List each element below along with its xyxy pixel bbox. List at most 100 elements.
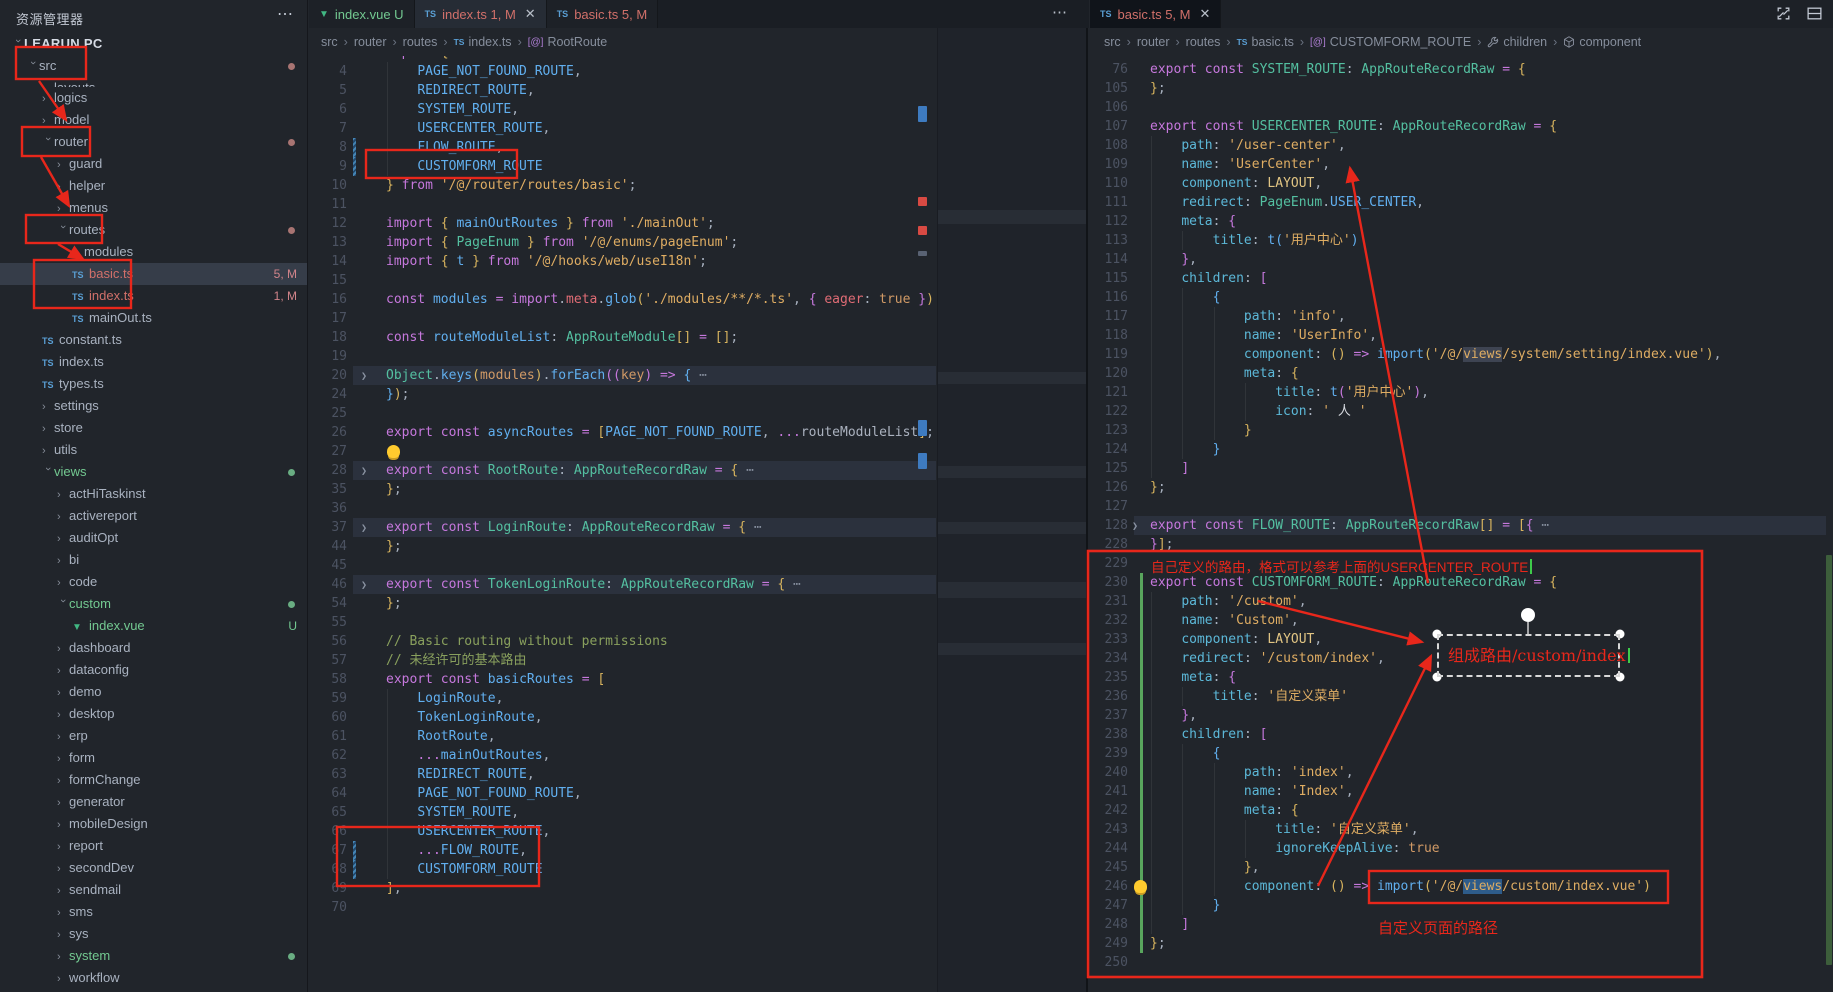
code-line-45[interactable]: 45: [309, 556, 936, 575]
code-line-5[interactable]: 5 REDIRECT_ROUTE,: [309, 81, 936, 100]
code-line-6[interactable]: 6 SYSTEM_ROUTE,: [309, 100, 936, 119]
sidebar-item-mobiledesign[interactable]: ›mobileDesign: [0, 813, 307, 835]
sidebar-item-index-ts[interactable]: TSindex.ts1, M: [0, 285, 307, 307]
code-line-240[interactable]: 240 path: 'index',: [1090, 763, 1826, 782]
code-line-127[interactable]: 127: [1090, 497, 1826, 516]
sidebar-item-demo[interactable]: ›demo: [0, 681, 307, 703]
sidebar-item-system[interactable]: ›system: [0, 945, 307, 967]
tab-index-ts[interactable]: TSindex.ts 1, M✕: [415, 0, 547, 28]
code-line-231[interactable]: 231 path: '/custom',: [1090, 592, 1826, 611]
code-line-59[interactable]: 59 LoginRoute,: [309, 689, 936, 708]
code-line-62[interactable]: 62 ...mainOutRoutes,: [309, 746, 936, 765]
code-line-63[interactable]: 63 REDIRECT_ROUTE,: [309, 765, 936, 784]
breadcrumb-item-routes[interactable]: routes: [403, 35, 438, 49]
code-line-121[interactable]: 121 title: t('用户中心'),: [1090, 383, 1826, 402]
sidebar-item-activereport[interactable]: ›activereport: [0, 505, 307, 527]
tab-index-vue[interactable]: ▼index.vue U: [309, 0, 415, 28]
sidebar-item-sms[interactable]: ›sms: [0, 901, 307, 923]
code-line-58[interactable]: 58export const basicRoutes = [: [309, 670, 936, 689]
sidebar-item-layouts[interactable]: ›layouts: [0, 77, 307, 87]
code-line-27[interactable]: 27: [309, 442, 936, 461]
sidebar-item-seconddev[interactable]: ›secondDev: [0, 857, 307, 879]
sidebar-item-model[interactable]: ›model: [0, 109, 307, 131]
breadcrumb-item-component[interactable]: component: [1563, 35, 1641, 49]
code-line-11[interactable]: 11: [309, 195, 936, 214]
code-line-54[interactable]: 54};: [309, 594, 936, 613]
sidebar-item-workflow[interactable]: ›workflow: [0, 967, 307, 989]
breadcrumb-item-router[interactable]: router: [354, 35, 387, 49]
code-line-109[interactable]: 109 name: 'UserCenter',: [1090, 155, 1826, 174]
breadcrumb-item-src[interactable]: src: [321, 35, 338, 49]
code-line-14[interactable]: 14import { t } from '/@/hooks/web/useI18…: [309, 252, 936, 271]
code-line-56[interactable]: 56// Basic routing without permissions: [309, 632, 936, 651]
code-line-55[interactable]: 55: [309, 613, 936, 632]
sidebar-item-routes[interactable]: ›routes: [0, 219, 307, 241]
breadcrumb-item-basic-ts[interactable]: TSbasic.ts: [1237, 35, 1294, 49]
code-line-61[interactable]: 61 RootRoute,: [309, 727, 936, 746]
breadcrumb-item-src[interactable]: src: [1104, 35, 1121, 49]
fold-chevron-icon[interactable]: ❯: [361, 462, 367, 481]
code-line-246[interactable]: 246 component: () => import('/@/views/cu…: [1090, 877, 1826, 896]
code-line-108[interactable]: 108 path: '/user-center',: [1090, 136, 1826, 155]
code-line-105[interactable]: 105};: [1090, 79, 1826, 98]
sidebar-item-store[interactable]: ›store: [0, 417, 307, 439]
fold-chevron-icon[interactable]: ❯: [1132, 517, 1138, 536]
sidebar-item-types-ts[interactable]: TStypes.ts: [0, 373, 307, 395]
sidebar-item-auditopt[interactable]: ›auditOpt: [0, 527, 307, 549]
code-line-123[interactable]: 123 }: [1090, 421, 1826, 440]
code-line-12[interactable]: 12import { mainOutRoutes } from './mainO…: [309, 214, 936, 233]
sidebar-item-erp[interactable]: ›erp: [0, 725, 307, 747]
code-line-244[interactable]: 244 ignoreKeepAlive: true: [1090, 839, 1826, 858]
code-line-228[interactable]: 228}];: [1090, 535, 1826, 554]
minimap-strip[interactable]: [937, 28, 1088, 992]
code-line-10[interactable]: 10} from '/@/router/routes/basic';: [309, 176, 936, 195]
code-line-28[interactable]: 28❯export const RootRoute: AppRouteRecor…: [309, 461, 936, 480]
code-line-24[interactable]: 24});: [309, 385, 936, 404]
sidebar-item-code[interactable]: ›code: [0, 571, 307, 593]
code-line-68[interactable]: 68 CUSTOMFORM_ROUTE: [309, 860, 936, 879]
sidebar-item-report[interactable]: ›report: [0, 835, 307, 857]
sidebar-item-helper[interactable]: ›helper: [0, 175, 307, 197]
code-line-116[interactable]: 116 {: [1090, 288, 1826, 307]
code-line-17[interactable]: 17: [309, 309, 936, 328]
sidebar-item-generator[interactable]: ›generator: [0, 791, 307, 813]
sidebar-item-custom[interactable]: ›custom: [0, 593, 307, 615]
breadcrumb-item-children[interactable]: children: [1487, 35, 1547, 49]
code-line-46[interactable]: 46❯export const TokenLoginRoute: AppRout…: [309, 575, 936, 594]
code-line-69[interactable]: 69];: [309, 879, 936, 898]
sidebar-item-formchange[interactable]: ›formChange: [0, 769, 307, 791]
code-line-242[interactable]: 242 meta: {: [1090, 801, 1826, 820]
code-line-115[interactable]: 115 children: [: [1090, 269, 1826, 288]
code-line-245[interactable]: 245 },: [1090, 858, 1826, 877]
breadcrumb-item-index-ts[interactable]: TSindex.ts: [454, 35, 512, 49]
sidebar-item-sendmail[interactable]: ›sendmail: [0, 879, 307, 901]
code-line-125[interactable]: 125 ]: [1090, 459, 1826, 478]
sidebar-item-views[interactable]: ›views: [0, 461, 307, 483]
sidebar-item-index-vue[interactable]: ▼index.vueU: [0, 615, 307, 637]
breadcrumb-item-routes[interactable]: routes: [1186, 35, 1221, 49]
code-line-110[interactable]: 110 component: LAYOUT,: [1090, 174, 1826, 193]
explorer-more-icon[interactable]: ⋯: [277, 4, 293, 24]
fold-chevron-icon[interactable]: ❯: [361, 367, 367, 386]
code-line-9[interactable]: 9 CUSTOMFORM_ROUTE: [309, 157, 936, 176]
fold-chevron-icon[interactable]: ❯: [361, 576, 367, 595]
code-line-122[interactable]: 122 icon: ' 人 ': [1090, 402, 1826, 421]
code-line-126[interactable]: 126};: [1090, 478, 1826, 497]
close-icon[interactable]: ✕: [1199, 6, 1210, 22]
code-line-19[interactable]: 19: [309, 347, 936, 366]
tab-basic-ts[interactable]: TSbasic.ts 5, M✕: [1090, 0, 1221, 28]
code-line-44[interactable]: 44};: [309, 537, 936, 556]
sidebar-item-dashboard[interactable]: ›dashboard: [0, 637, 307, 659]
code-line-120[interactable]: 120 meta: {: [1090, 364, 1826, 383]
split-editor-swap-icon[interactable]: [1775, 5, 1792, 22]
code-line-112[interactable]: 112 meta: {: [1090, 212, 1826, 231]
sidebar-item-basic-ts[interactable]: TSbasic.ts5, M: [0, 263, 307, 285]
code-line-37[interactable]: 37❯export const LoginRoute: AppRouteReco…: [309, 518, 936, 537]
code-line-70[interactable]: 70: [309, 898, 936, 917]
breadcrumb-item-CUSTOMFORM-ROUTE[interactable]: [@]CUSTOMFORM_ROUTE: [1310, 35, 1471, 49]
sidebar-item-src[interactable]: ›src: [0, 55, 307, 77]
code-line-60[interactable]: 60 TokenLoginRoute,: [309, 708, 936, 727]
code-line-250[interactable]: 250: [1090, 953, 1826, 972]
code-line-239[interactable]: 239 {: [1090, 744, 1826, 763]
code-line-243[interactable]: 243 title: '自定义菜单',: [1090, 820, 1826, 839]
